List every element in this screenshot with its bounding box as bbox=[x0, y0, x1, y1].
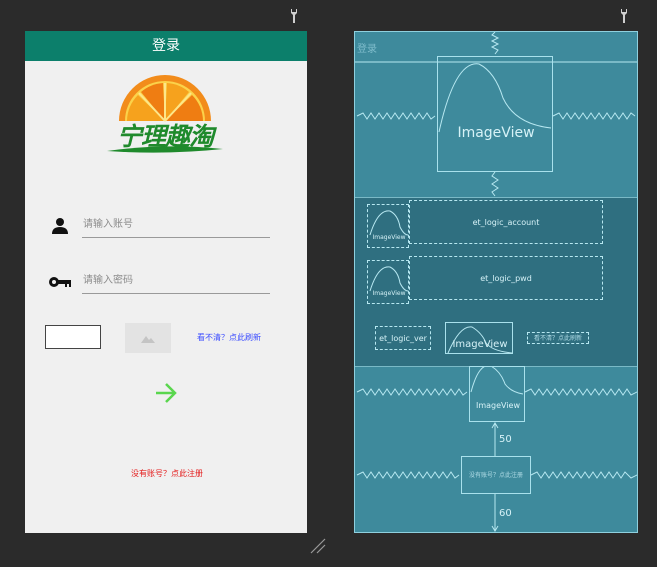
captcha-input[interactable] bbox=[45, 325, 101, 349]
blueprint-title: 登录 bbox=[357, 44, 377, 55]
blueprint-refresh-link[interactable]: 看不清？点此刷新 bbox=[527, 332, 589, 344]
logo: 宁理趣淘 bbox=[105, 73, 225, 155]
blueprint-margin-top: 50 bbox=[499, 434, 512, 445]
design-preview: 登录 宁理趣淘 请输入账号 请输入密码 看不清？点此刷新 没有账号？点此注册 bbox=[25, 31, 307, 533]
blueprint-account-icon-label: ImageView bbox=[372, 234, 406, 241]
blueprint-logo-imageview[interactable]: ImageView bbox=[437, 56, 553, 172]
blueprint-logo-label: ImageView bbox=[457, 125, 535, 141]
account-input[interactable]: 请输入账号 bbox=[83, 215, 133, 230]
blueprint-captcha-imageview[interactable]: ImageView bbox=[445, 322, 513, 354]
register-link[interactable]: 没有账号？点此注册 bbox=[131, 468, 203, 479]
blueprint-captcha-image-label: ImageView bbox=[452, 339, 508, 350]
account-underline bbox=[82, 237, 270, 238]
blueprint-arrow-label: ImageView bbox=[475, 401, 521, 410]
blueprint-password-icon[interactable]: ImageView bbox=[367, 260, 409, 304]
blueprint-arrow-imageview[interactable]: ImageView bbox=[469, 366, 525, 422]
password-input[interactable]: 请输入密码 bbox=[83, 271, 133, 286]
logo-swoosh bbox=[107, 146, 223, 153]
blueprint-password-icon-label: ImageView bbox=[372, 290, 406, 297]
refresh-link[interactable]: 看不清？点此刷新 bbox=[197, 332, 261, 343]
key-icon bbox=[49, 277, 71, 287]
page-title: 登录 bbox=[25, 31, 307, 61]
person-icon bbox=[52, 218, 68, 234]
blueprint-account-field[interactable]: et_logic_account bbox=[409, 200, 603, 244]
arrow-right-icon[interactable] bbox=[154, 382, 178, 404]
wrench-icon-blueprint[interactable] bbox=[619, 9, 629, 23]
resize-handle-icon[interactable] bbox=[309, 537, 327, 555]
blueprint-account-icon[interactable]: ImageView bbox=[367, 204, 409, 248]
blueprint-preview: 登录 ImageView ImageView et_logic_account … bbox=[354, 31, 638, 533]
blueprint-password-field[interactable]: et_logic_pwd bbox=[409, 256, 603, 300]
wrench-icon-design[interactable] bbox=[289, 9, 299, 23]
blueprint-account-icon-sketch bbox=[369, 210, 409, 236]
password-underline bbox=[82, 293, 270, 294]
blueprint-password-icon-sketch bbox=[369, 266, 409, 292]
blueprint-margin-bottom: 60 bbox=[499, 508, 512, 519]
captcha-image[interactable] bbox=[125, 323, 171, 353]
image-placeholder-icon bbox=[141, 336, 155, 343]
blueprint-captcha-field[interactable]: et_logic_ver bbox=[375, 326, 431, 350]
blueprint-register-link[interactable]: 没有账号？点此注册 bbox=[461, 456, 531, 494]
